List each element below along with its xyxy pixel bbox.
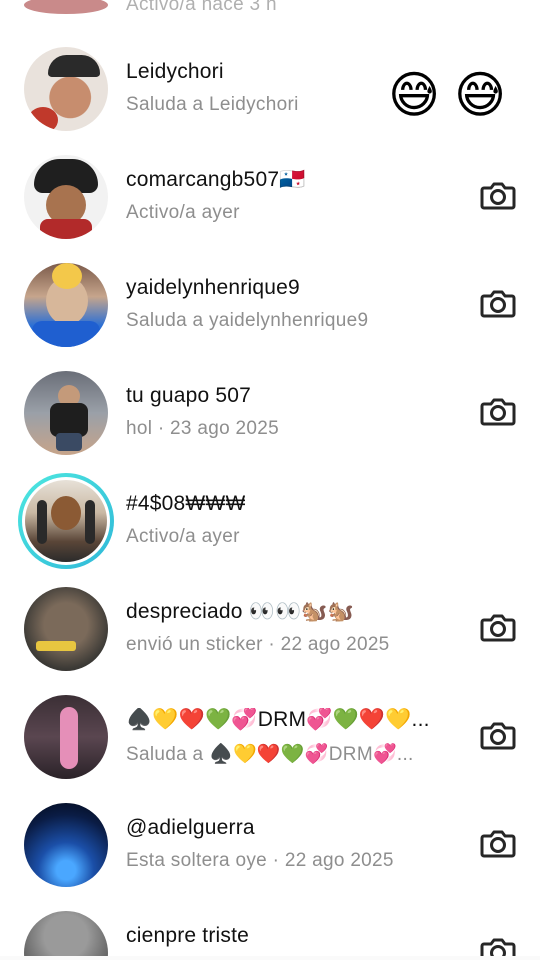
conversation-subtitle: Saluda a yaidelynhenrique9 [126,310,369,331]
conversation-row[interactable]: #4$08₩₩₩ Activo/a ayer [0,467,540,575]
conversation-name: #4$08₩₩₩ [126,492,246,515]
conversation-subtitle: hol · 23 ago 2025 [126,418,279,439]
camera-icon[interactable] [478,175,518,215]
conversation-name: tu guapo 507 [126,384,252,407]
conversation-name: comarcangb507🇵🇦 [126,168,306,191]
camera-icon[interactable] [478,283,518,323]
camera-icon[interactable] [478,607,518,647]
avatar[interactable] [24,0,108,14]
avatar[interactable] [24,263,108,347]
avatar[interactable] [24,371,108,455]
conversation-row[interactable]: comarcangb507🇵🇦 Activo/a ayer [0,143,540,251]
camera-icon[interactable] [478,391,518,431]
story-ring-avatar[interactable] [18,473,114,569]
conversation-name: @adielguerra [126,816,255,839]
bottom-nav-bar [0,956,540,960]
conversation-subtitle: Activo/a hace 3 h [126,0,277,15]
conversation-row[interactable]: despreciado 👀👀🐿️🐿️ envió un sticker · 22… [0,575,540,683]
avatar[interactable] [24,695,108,779]
camera-icon[interactable] [478,715,518,755]
conversation-subtitle: Activo/a ayer [126,202,240,223]
quick-wave-emoji-button[interactable]: 😅 [384,65,444,125]
conversation-subtitle: Saluda a Leidychori [126,94,299,115]
avatar[interactable] [24,155,108,239]
conversation-name: despreciado 👀👀🐿️🐿️ [126,600,355,623]
conversation-row[interactable]: tu guapo 507 hol · 23 ago 2025 [0,359,540,467]
conversation-subtitle: envió un sticker · 22 ago 2025 [126,634,390,655]
quick-wave-emoji-button[interactable]: 😅 [450,65,510,125]
conversation-subtitle: Activo/a ayer [126,526,240,547]
avatar[interactable] [24,587,108,671]
conversation-row[interactable]: Leidychori Saluda a Leidychori 😅 😅 [0,35,540,143]
conversation-subtitle: Saluda a ♠️💛❤️💚💞DRM💞... [126,744,414,765]
conversation-name: Leidychori [126,60,224,83]
conversation-name: yaidelynhenrique9 [126,276,300,299]
camera-icon[interactable] [478,823,518,863]
avatar[interactable] [24,911,108,960]
conversation-row[interactable]: cienpre triste [0,899,540,960]
conversation-row[interactable]: Activo/a hace 3 h [0,0,540,18]
avatar[interactable] [24,47,108,131]
conversation-row[interactable]: @adielguerra Esta soltera oye · 22 ago 2… [0,791,540,899]
conversation-row[interactable]: ♠️💛❤️💚💞DRM💞💚❤️💛... Saluda a ♠️💛❤️💚💞DRM💞.… [0,683,540,791]
conversation-list: Activo/a hace 3 h Leidychori Saluda a Le… [0,0,540,960]
conversation-name: cienpre triste [126,924,250,947]
conversation-name: ♠️💛❤️💚💞DRM💞💚❤️💛... [126,708,430,731]
conversation-row[interactable]: yaidelynhenrique9 Saluda a yaidelynhenri… [0,251,540,359]
avatar[interactable] [24,803,108,887]
conversation-subtitle: Esta soltera oye · 22 ago 2025 [126,850,394,871]
